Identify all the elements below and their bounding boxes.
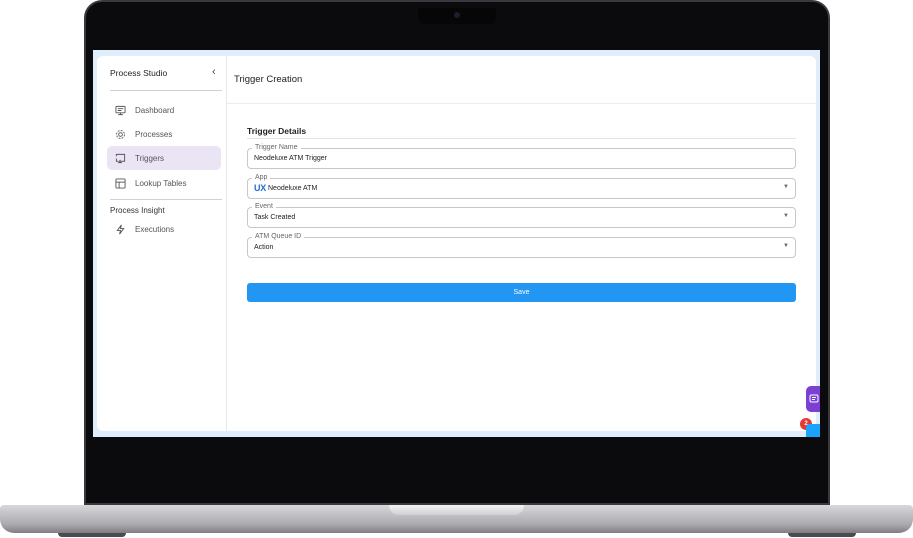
divider (247, 138, 796, 139)
sidebar-item-label: Triggers (135, 153, 165, 163)
laptop-base-notch (389, 505, 524, 515)
sidebar-item-dashboard[interactable]: Dashboard (107, 98, 221, 122)
section-title: Trigger Details (247, 126, 307, 136)
sidebar-item-processes[interactable]: Processes (107, 122, 221, 146)
field-value: Neodeluxe ATM Trigger (254, 155, 328, 162)
event-select[interactable]: Event Task Created ▼ (247, 202, 796, 228)
field-value: Neodeluxe ATM (268, 185, 318, 192)
laptop-foot (58, 533, 126, 537)
divider (110, 90, 222, 91)
bolt-icon (114, 223, 126, 235)
chevron-down-icon: ▼ (783, 184, 789, 190)
chevron-down-icon: ▼ (783, 213, 789, 219)
field-label: ATM Queue ID (252, 232, 305, 241)
camera-icon (454, 12, 460, 18)
laptop-screen: Process Studio ‹ Dashboard Processes Tri… (93, 50, 820, 437)
monitor-icon (114, 104, 126, 116)
chat-icon (809, 394, 819, 403)
field-value: Task Created (254, 214, 296, 221)
app-logo: UX (254, 183, 266, 193)
sidebar-item-label: Executions (135, 224, 175, 234)
main-content: Trigger Creation Trigger Details Trigger… (227, 56, 816, 431)
atm-queue-id-select[interactable]: ATM Queue ID Action ▼ (247, 232, 796, 258)
sidebar: Process Studio ‹ Dashboard Processes Tri… (97, 56, 227, 431)
divider (110, 199, 222, 200)
field-value: Action (254, 244, 274, 251)
chevron-left-icon[interactable]: ‹ (212, 66, 216, 78)
page-header: Trigger Creation (227, 56, 816, 104)
sidebar-item-executions[interactable]: Executions (107, 217, 221, 241)
field-label: Event (252, 202, 276, 211)
sidebar-item-label: Dashboard (135, 105, 175, 115)
gear-icon (114, 128, 126, 140)
sidebar-title: Process Studio (110, 68, 168, 78)
app-window: Process Studio ‹ Dashboard Processes Tri… (97, 56, 816, 431)
sidebar-item-lookup-tables[interactable]: Lookup Tables (107, 171, 221, 195)
laptop-foot (788, 533, 856, 537)
sidebar-section-title: Process Insight (110, 206, 165, 215)
launcher-button[interactable] (806, 424, 820, 437)
save-button[interactable]: Save (247, 283, 796, 302)
chat-button[interactable] (806, 386, 820, 412)
trigger-icon (114, 152, 126, 164)
field-label: App (252, 173, 271, 182)
sidebar-item-label: Lookup Tables (135, 178, 187, 188)
sidebar-item-label: Processes (135, 129, 173, 139)
table-icon (114, 177, 126, 189)
page-title: Trigger Creation (234, 74, 303, 85)
trigger-name-field[interactable]: Trigger Name Neodeluxe ATM Trigger (247, 143, 796, 169)
app-select[interactable]: App UX Neodeluxe ATM ▼ (247, 173, 796, 199)
chevron-down-icon: ▼ (783, 243, 789, 249)
field-label: Trigger Name (252, 143, 301, 152)
sidebar-item-triggers[interactable]: Triggers (107, 146, 221, 170)
